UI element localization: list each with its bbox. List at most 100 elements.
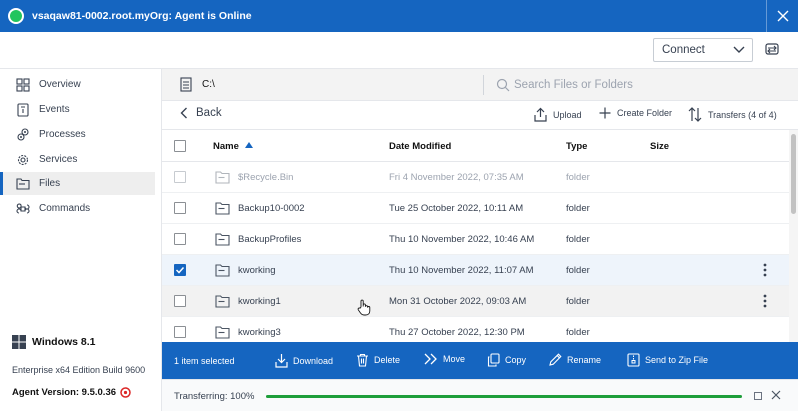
file-date: Mon 31 October 2022, 09:03 AM (389, 296, 527, 307)
file-date: Fri 4 November 2022, 07:35 AM (389, 172, 524, 183)
file-name: kworking3 (238, 327, 281, 338)
file-date: Thu 27 October 2022, 12:30 PM (389, 327, 525, 338)
download-icon (275, 354, 288, 368)
sidebar-item-events[interactable]: Events (0, 98, 155, 121)
move-button[interactable]: Move (424, 353, 465, 365)
upload-label: Upload (553, 109, 582, 120)
switch-view-icon[interactable] (764, 41, 780, 57)
move-icon (424, 353, 437, 365)
table-row[interactable]: BackupProfiles Thu 10 November 2022, 10:… (162, 224, 789, 255)
window-title: vsaqaw81-0002.root.myOrg: Agent is Onlin… (32, 10, 252, 22)
file-type: folder (566, 327, 590, 338)
download-label: Download (293, 355, 334, 366)
row-checkbox[interactable] (174, 326, 186, 338)
file-name: Backup10-0002 (238, 203, 305, 214)
zip-icon (627, 353, 640, 367)
table-row[interactable]: kworking1 Mon 31 October 2022, 09:03 AM … (162, 286, 789, 317)
file-table: Name Date Modified Type Size $Recycle.Bi… (162, 130, 789, 342)
file-date: Thu 10 November 2022, 11:07 AM (389, 265, 534, 276)
sort-ascending-icon (245, 142, 253, 148)
transfer-label: Transferring: 100% (174, 391, 255, 402)
sidebar-item-label: Events (39, 104, 70, 115)
transfer-progress-track (266, 395, 742, 398)
column-date-modified[interactable]: Date Modified (389, 141, 451, 152)
close-button[interactable] (766, 0, 798, 32)
delete-button[interactable]: Delete (356, 353, 400, 367)
file-type: folder (566, 265, 590, 276)
back-button[interactable]: Back (180, 107, 222, 119)
back-label: Back (196, 107, 222, 119)
folder-icon (215, 264, 230, 277)
more-options-icon[interactable] (763, 294, 767, 308)
table-row[interactable]: kworking3 Thu 27 October 2022, 12:30 PM … (162, 317, 789, 342)
column-type[interactable]: Type (566, 141, 587, 152)
event-icon (15, 102, 31, 118)
search-icon (496, 78, 510, 92)
scrollbar-thumb[interactable] (791, 134, 796, 214)
os-name: Windows 8.1 (32, 336, 96, 348)
copy-button[interactable]: Copy (487, 353, 526, 367)
sidebar-item-files[interactable]: Files (0, 172, 155, 195)
sidebar: Overview Events Processes Services Files… (0, 69, 162, 411)
selection-action-bar: 1 item selected Download Delete Move Cop… (162, 342, 798, 379)
create-folder-button[interactable]: Create Folder (599, 107, 672, 119)
sidebar-item-label: Services (39, 154, 78, 165)
maximize-button[interactable] (754, 392, 762, 400)
table-scrollbar[interactable] (789, 130, 798, 342)
connect-dropdown[interactable]: Connect (653, 38, 753, 62)
rename-label: Rename (567, 354, 602, 365)
send-to-zip-button[interactable]: Send to Zip File (627, 353, 708, 367)
folder-icon (215, 326, 230, 339)
file-date: Thu 10 November 2022, 10:46 AM (389, 234, 535, 245)
column-size[interactable]: Size (650, 141, 669, 152)
folder-icon (215, 171, 230, 184)
zip-label: Send to Zip File (645, 355, 709, 365)
gears-icon (15, 127, 31, 143)
folder-icon (215, 202, 230, 215)
os-info: Windows 8.1 (12, 335, 96, 349)
agent-version-label: Agent Version: 9.5.0.36 (12, 387, 117, 398)
download-button[interactable]: Download (275, 353, 333, 368)
file-type: folder (566, 172, 590, 183)
document-icon (180, 77, 192, 92)
transfers-button[interactable]: Transfers (4 of 4) (688, 107, 777, 122)
transfers-label: Transfers (4 of 4) (708, 109, 777, 120)
row-checkbox[interactable] (174, 295, 186, 307)
close-icon[interactable] (771, 390, 781, 400)
table-row[interactable]: kworking Thu 10 November 2022, 11:07 AM … (162, 255, 789, 286)
move-label: Move (443, 354, 466, 364)
row-checkbox[interactable] (174, 171, 186, 183)
divider (483, 75, 484, 95)
search-input[interactable] (514, 76, 784, 94)
upload-button[interactable]: Upload (534, 107, 582, 122)
column-name[interactable]: Name (213, 141, 253, 152)
top-toolbar: Connect (0, 32, 798, 69)
table-row[interactable]: Backup10-0002 Tue 25 October 2022, 10:11… (162, 193, 789, 224)
rename-button[interactable]: Rename (549, 353, 601, 366)
more-options-icon[interactable] (763, 263, 767, 277)
sidebar-item-label: Overview (39, 79, 81, 90)
sidebar-item-commands[interactable]: Commands (0, 197, 155, 220)
file-date: Tue 25 October 2022, 10:11 AM (389, 203, 524, 214)
checkmark-icon (175, 266, 185, 274)
sidebar-item-processes[interactable]: Processes (0, 123, 155, 146)
sidebar-item-overview[interactable]: Overview (0, 73, 155, 96)
os-build: Enterprise x64 Edition Build 9600 (12, 365, 146, 375)
path-bar: C:\ (162, 69, 798, 101)
sidebar-item-label: Files (39, 178, 61, 189)
file-name: kworking1 (238, 296, 281, 307)
select-all-checkbox[interactable] (174, 140, 186, 152)
file-name: $Recycle.Bin (238, 172, 294, 183)
upload-icon (534, 107, 547, 122)
row-checkbox[interactable] (174, 202, 186, 214)
sidebar-item-services[interactable]: Services (0, 148, 155, 171)
table-row[interactable]: $Recycle.Bin Fri 4 November 2022, 07:35 … (162, 162, 789, 193)
agent-version: Agent Version: 9.5.0.36 (12, 387, 131, 398)
power-icon (120, 387, 131, 398)
title-bar: vsaqaw81-0002.root.myOrg: Agent is Onlin… (0, 0, 798, 32)
row-checkbox[interactable] (174, 233, 186, 245)
row-checkbox[interactable] (174, 264, 186, 276)
file-type: folder (566, 203, 590, 214)
file-name: BackupProfiles (238, 234, 302, 245)
copy-label: Copy (505, 355, 527, 365)
